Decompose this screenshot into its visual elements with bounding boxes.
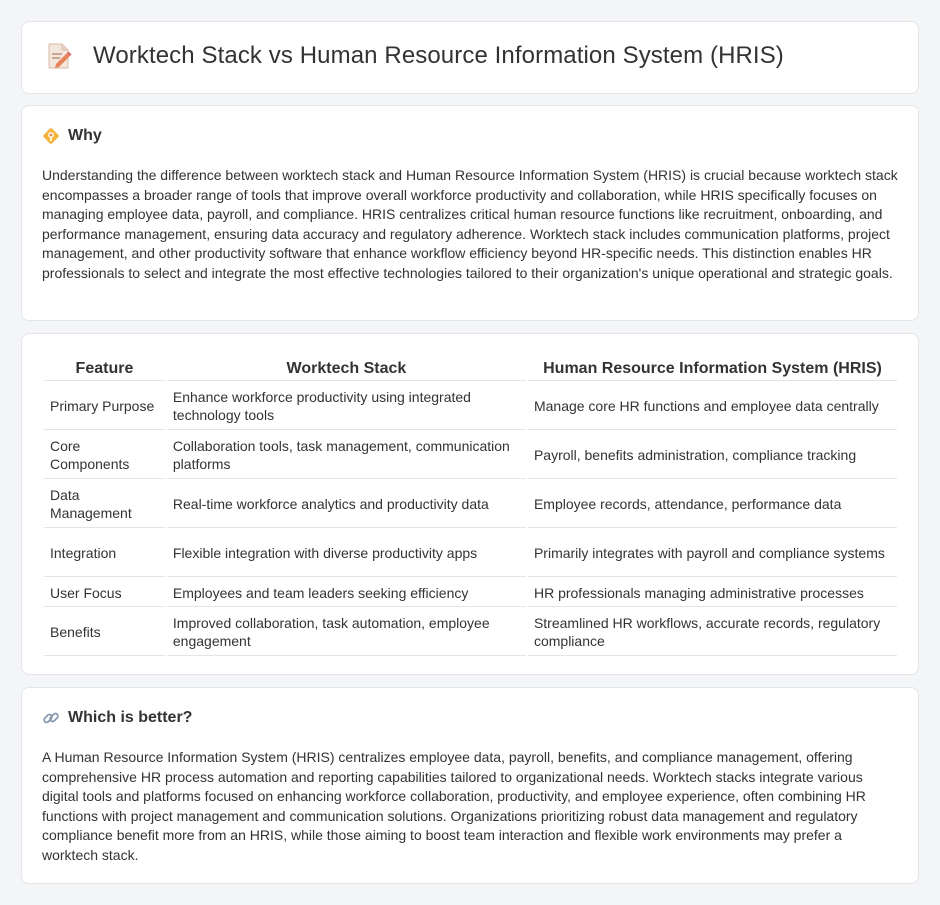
feature-cell: Core Components — [44, 432, 165, 479]
table-row: Primary Purpose Enhance workforce produc… — [44, 383, 897, 430]
worktech-cell: Improved collaboration, task automation,… — [166, 609, 526, 656]
table-header-row: Feature Worktech Stack Human Resource In… — [44, 356, 897, 381]
feature-cell: User Focus — [44, 579, 165, 607]
better-text: A Human Resource Information System (HRI… — [42, 749, 866, 863]
lightbulb-icon — [43, 128, 59, 144]
hris-cell: HR professionals managing administrative… — [527, 579, 897, 607]
hris-cell: Streamlined HR workflows, accurate recor… — [527, 609, 897, 656]
link-icon — [43, 712, 59, 724]
worktech-cell: Collaboration tools, task management, co… — [166, 432, 526, 479]
why-heading: Why — [42, 127, 102, 145]
hris-cell: Manage core HR functions and employee da… — [527, 383, 897, 430]
page-title: Worktech Stack vs Human Resource Informa… — [93, 42, 784, 69]
worktech-cell: Real-time workforce analytics and produc… — [166, 481, 526, 528]
worktech-cell: Enhance workforce productivity using int… — [166, 383, 526, 430]
which-is-better-section: Which is better? A Human Resource Inform… — [21, 687, 919, 884]
header-card: Worktech Stack vs Human Resource Informa… — [21, 21, 919, 94]
header-hris: Human Resource Information System (HRIS) — [527, 356, 897, 381]
feature-cell: Integration — [44, 530, 165, 577]
why-section: Why Understanding the difference between… — [21, 105, 919, 321]
better-title: Which is better? — [68, 709, 193, 726]
hris-cell: Employee records, attendance, performanc… — [527, 481, 897, 528]
title-row: Worktech Stack vs Human Resource Informa… — [46, 42, 784, 70]
feature-cell: Data Management — [44, 481, 165, 528]
header-feature: Feature — [44, 356, 165, 381]
feature-cell: Benefits — [44, 609, 165, 656]
table-row: Integration Flexible integration with di… — [44, 530, 897, 577]
feature-cell: Primary Purpose — [44, 383, 165, 430]
table-row: Data Management Real-time workforce anal… — [44, 481, 897, 528]
comparison-table: Feature Worktech Stack Human Resource In… — [42, 354, 899, 658]
hris-cell: Primarily integrates with payroll and co… — [527, 530, 897, 577]
hris-cell: Payroll, benefits administration, compli… — [527, 432, 897, 479]
worktech-cell: Employees and team leaders seeking effic… — [166, 579, 526, 607]
why-text: Understanding the difference between wor… — [42, 167, 898, 281]
table-row: User Focus Employees and team leaders se… — [44, 579, 897, 607]
table-row: Core Components Collaboration tools, tas… — [44, 432, 897, 479]
header-worktech: Worktech Stack — [166, 356, 526, 381]
comparison-section: Feature Worktech Stack Human Resource In… — [21, 333, 919, 675]
better-heading: Which is better? — [42, 709, 192, 727]
why-title: Why — [68, 127, 102, 144]
table-row: Benefits Improved collaboration, task au… — [44, 609, 897, 656]
document-edit-icon — [48, 43, 72, 69]
worktech-cell: Flexible integration with diverse produc… — [166, 530, 526, 577]
